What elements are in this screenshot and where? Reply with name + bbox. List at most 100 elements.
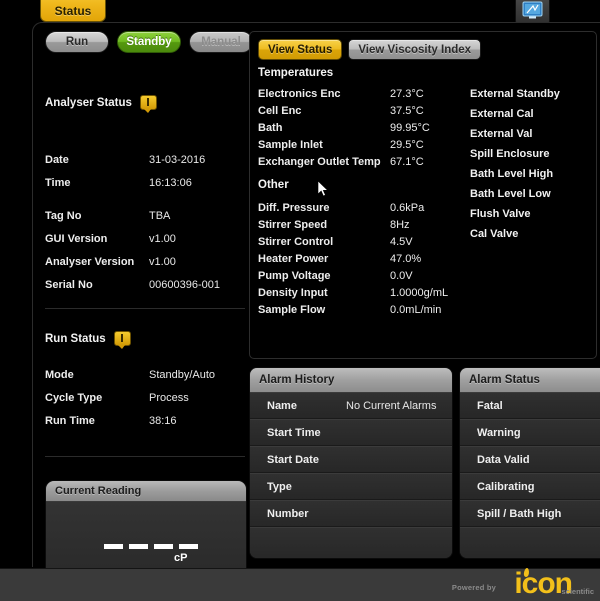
- powered-by-label: Powered by: [451, 583, 496, 592]
- alarm-history-name-label: Name: [267, 399, 297, 412]
- row-heater-power-label: Heater Power: [258, 253, 329, 265]
- mode-button-manual[interactable]: Manual: [189, 31, 253, 53]
- analyser-status-title: Analyser Status: [45, 96, 132, 109]
- content-frame: Run Standby Manual Analyser Status Date …: [32, 22, 600, 577]
- tab-status-label: Status: [54, 4, 92, 18]
- tab-view-status[interactable]: View Status: [258, 39, 343, 60]
- alarm-status-data-valid-label: Data Valid: [477, 453, 530, 466]
- mouse-cursor-icon: [318, 181, 329, 197]
- indicator-external-cal: External Cal: [470, 108, 534, 120]
- divider-upper: [45, 308, 245, 309]
- current-reading-body: cP: [46, 502, 246, 576]
- mode-button-run-label: Run: [65, 36, 89, 48]
- mode-button-run[interactable]: Run: [45, 31, 109, 53]
- alarm-history-title: Alarm History: [259, 374, 335, 386]
- top-tab-strip: Status: [0, 0, 600, 26]
- alarm-status-spill-bath-high-label: Spill / Bath High: [477, 507, 562, 520]
- row-stirrer-control-label: Stirrer Control: [258, 236, 334, 248]
- alarm-status-warning-label: Warning: [477, 426, 521, 439]
- row-sample-inlet-label: Sample Inlet: [258, 139, 323, 151]
- row-date-label: Date: [45, 154, 69, 166]
- left-column: Run Standby Manual Analyser Status Date …: [41, 31, 253, 577]
- row-tag-no-value: TBA: [149, 210, 171, 222]
- current-reading-unit: cP: [174, 552, 188, 564]
- alarm-status-fatal-label: Fatal: [477, 399, 503, 412]
- row-time-label: Time: [45, 177, 71, 189]
- brand-logo-tail: scientific: [561, 587, 594, 596]
- row-pump-voltage-label: Pump Voltage: [258, 270, 331, 282]
- footer-bar: Powered by icon scientific: [0, 568, 600, 601]
- alarm-history-type-label: Type: [267, 480, 292, 493]
- table-row[interactable]: Fatal: [460, 392, 600, 419]
- row-sample-flow-label: Sample Flow: [258, 304, 326, 316]
- row-stirrer-speed-value: 8Hz: [390, 219, 410, 231]
- row-analyser-version-value: v1.00: [149, 256, 176, 268]
- table-row[interactable]: Warning: [460, 419, 600, 446]
- row-sample-flow-value: 0.0mL/min: [390, 304, 442, 316]
- run-status-title: Run Status: [45, 332, 106, 345]
- alarm-status-header: Alarm Status: [460, 368, 600, 392]
- row-gui-version-label: GUI Version: [45, 233, 108, 245]
- current-reading-header: Current Reading: [46, 481, 246, 502]
- status-main-panel: View Status View Viscosity Index Tempera…: [249, 31, 597, 359]
- row-density-input-label: Density Input: [258, 287, 328, 299]
- row-bath-label: Bath: [258, 122, 283, 134]
- info-icon[interactable]: [113, 331, 131, 349]
- view-tab-group: View Status View Viscosity Index: [258, 39, 482, 60]
- mode-button-group: Run Standby Manual: [45, 31, 253, 53]
- row-sample-inlet-value: 29.5°C: [390, 139, 424, 151]
- indicator-external-standby: External Standby: [470, 88, 560, 100]
- alarm-history-number-label: Number: [267, 507, 309, 520]
- table-row[interactable]: Name No Current Alarms: [250, 392, 452, 419]
- row-cycle-type-value: Process: [149, 392, 189, 404]
- temperatures-title: Temperatures: [258, 67, 334, 79]
- indicator-spill-enclosure: Spill Enclosure: [470, 148, 550, 160]
- row-cell-enc-value: 37.5°C: [390, 105, 424, 117]
- row-density-input-value: 1.0000g/mL: [390, 287, 449, 299]
- row-mode-label: Mode: [45, 369, 74, 381]
- current-reading-value: [104, 544, 198, 549]
- row-mode-value: Standby/Auto: [149, 369, 216, 381]
- mode-button-standby[interactable]: Standby: [117, 31, 181, 53]
- row-analyser-version-label: Analyser Version: [45, 256, 135, 268]
- table-row[interactable]: Start Date: [250, 446, 452, 473]
- row-bath-value: 99.95°C: [390, 122, 430, 134]
- table-row-empty: [460, 527, 600, 558]
- analyser-status-heading: Analyser Status: [45, 95, 157, 113]
- table-row[interactable]: Number: [250, 500, 452, 527]
- row-electronics-enc-label: Electronics Enc: [258, 88, 341, 100]
- row-exchanger-outlet-temp-label: Exchanger Outlet Temp: [258, 156, 381, 168]
- row-heater-power-value: 47.0%: [390, 253, 422, 265]
- tab-view-status-label: View Status: [268, 43, 333, 56]
- indicator-external-val: External Val: [470, 128, 533, 140]
- alarm-status-title: Alarm Status: [469, 374, 540, 386]
- current-reading-card: Current Reading cP: [45, 480, 247, 577]
- alarm-history-start-time-label: Start Time: [267, 426, 321, 439]
- alarm-status-calibrating-label: Calibrating: [477, 480, 535, 493]
- row-serial-no-label: Serial No: [45, 279, 93, 291]
- mode-button-manual-label: Manual: [201, 36, 241, 48]
- table-row-empty: [250, 527, 452, 558]
- table-row[interactable]: Type: [250, 473, 452, 500]
- row-run-time-label: Run Time: [45, 415, 95, 427]
- table-row[interactable]: Data Valid: [460, 446, 600, 473]
- row-cell-enc-label: Cell Enc: [258, 105, 302, 117]
- table-row[interactable]: Spill / Bath High: [460, 500, 600, 527]
- table-row[interactable]: Start Time: [250, 419, 452, 446]
- info-icon[interactable]: [139, 95, 157, 113]
- indicator-flush-valve: Flush Valve: [470, 208, 531, 220]
- current-reading-title: Current Reading: [55, 485, 142, 497]
- indicator-cal-valve: Cal Valve: [470, 228, 519, 240]
- row-stirrer-speed-label: Stirrer Speed: [258, 219, 328, 231]
- row-exchanger-outlet-temp-value: 67.1°C: [390, 156, 424, 168]
- row-electronics-enc-value: 27.3°C: [390, 88, 424, 100]
- mode-button-standby-label: Standby: [126, 36, 172, 48]
- tab-status[interactable]: Status: [40, 0, 106, 22]
- table-row[interactable]: Calibrating: [460, 473, 600, 500]
- other-title: Other: [258, 179, 289, 191]
- tab-view-viscosity-index[interactable]: View Viscosity Index: [348, 39, 482, 60]
- row-tag-no-label: Tag No: [45, 210, 82, 222]
- indicator-bath-level-high: Bath Level High: [470, 168, 554, 180]
- row-diff-pressure-value: 0.6kPa: [390, 202, 425, 214]
- indicator-bath-level-low: Bath Level Low: [470, 188, 551, 200]
